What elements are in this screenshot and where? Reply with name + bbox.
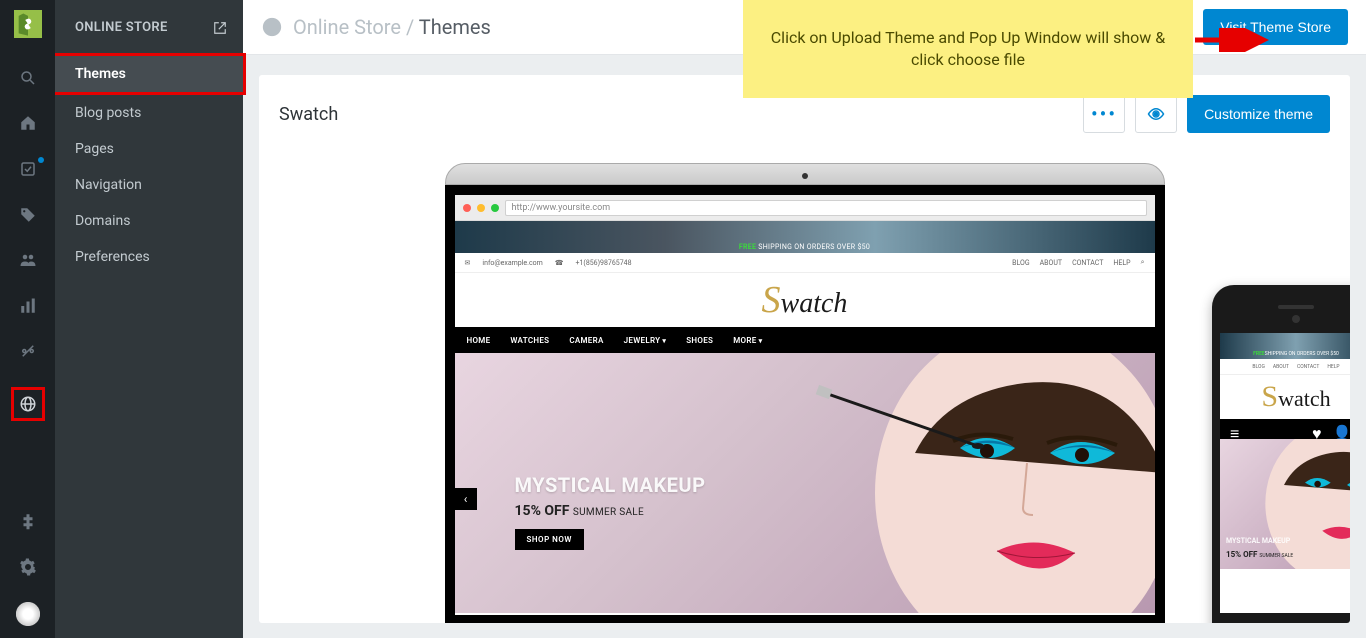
orders-icon[interactable] (18, 159, 38, 179)
laptop-frame-top (445, 163, 1165, 185)
theme-name: Swatch (279, 104, 338, 125)
card-header: Swatch ••• Customize theme (279, 95, 1330, 133)
preview-menu-bar: HOME WATCHES CAMERA JEWELRY SHOES MORE (455, 327, 1155, 353)
sidebar-title: ONLINE STORE (75, 20, 168, 35)
preview-link-contact: CONTACT (1072, 259, 1103, 267)
globe-icon[interactable] (18, 394, 38, 414)
swatch-logo: Swatch (762, 278, 848, 322)
preview-button[interactable] (1135, 95, 1177, 133)
window-max-dot (491, 204, 499, 212)
menu-camera: CAMERA (569, 336, 603, 345)
themes-highlight: Themes (52, 53, 246, 95)
more-actions-button[interactable]: ••• (1083, 95, 1125, 133)
hero-prev-arrow: ‹ (455, 488, 477, 510)
hero-headline: MYSTICAL MAKEUP (515, 473, 706, 497)
preview-email: info@example.com (482, 259, 542, 267)
preview-top-banner: FREE SHIPPING ON ORDERS OVER $50 (455, 221, 1155, 253)
preview-search-icon: ⌕ (1141, 258, 1145, 267)
phone-frame: FREE SHIPPING ON ORDERS OVER $50 BLOG AB… (1212, 285, 1350, 623)
phone-icon: ☎ (555, 259, 564, 267)
preview-info-bar: ✉ info@example.com ☎ +1(856)98765748 BLO… (455, 253, 1155, 273)
phone-hero-headline: MYSTICAL MAKEUP (1226, 537, 1290, 545)
makeup-face-illustration (765, 353, 1155, 613)
icon-rail (0, 0, 55, 638)
sidebar-item-preferences[interactable]: Preferences (55, 239, 243, 275)
external-link-icon[interactable] (213, 21, 227, 35)
phone-info-bar: BLOG ABOUT CONTACT HELP (1220, 359, 1350, 375)
breadcrumb-current: Themes (419, 15, 491, 39)
main-area: Online Store / Themes Upload theme Visit… (243, 0, 1366, 638)
preview-area: http://www.yoursite.com FREE SHIPPING ON… (279, 163, 1330, 623)
discounts-icon[interactable] (18, 342, 38, 362)
phone-banner: FREE SHIPPING ON ORDERS OVER $50 (1220, 333, 1350, 359)
browser-chrome: http://www.yoursite.com (455, 195, 1155, 221)
phone-preview: FREE SHIPPING ON ORDERS OVER $50 BLOG AB… (1212, 285, 1350, 623)
url-bar: http://www.yoursite.com (505, 200, 1147, 216)
hero-text: MYSTICAL MAKEUP 15% OFF SUMMER SALE SHOP… (515, 473, 706, 550)
laptop-screen: http://www.yoursite.com FREE SHIPPING ON… (455, 195, 1155, 615)
search-icon[interactable] (18, 68, 38, 88)
breadcrumb-parent[interactable]: Online Store (293, 15, 401, 39)
preview-logo-area: Swatch (455, 273, 1155, 327)
envelope-icon: ✉ (465, 259, 471, 267)
sidebar: ONLINE STORE Themes Blog posts Pages Nav… (55, 0, 243, 638)
sidebar-item-themes[interactable]: Themes (55, 56, 243, 92)
menu-jewelry: JEWELRY (624, 336, 667, 345)
eye-icon (1147, 105, 1165, 123)
red-arrow-icon (1193, 28, 1273, 52)
shopify-logo[interactable] (14, 10, 42, 38)
preview-phone: +1(856)98765748 (576, 259, 632, 267)
phone-menu-icon: ≡ (1230, 424, 1240, 434)
online-store-rail-highlight (11, 387, 45, 421)
content: Swatch ••• Customize theme (243, 55, 1366, 638)
customers-icon[interactable] (18, 250, 38, 270)
hero-shop-button: SHOP NOW (515, 529, 584, 550)
window-min-dot (477, 204, 485, 212)
plugin-icon[interactable] (18, 511, 38, 531)
breadcrumb: Online Store / Themes (293, 15, 491, 39)
user-avatar[interactable] (16, 602, 40, 626)
menu-watches: WATCHES (510, 336, 549, 345)
settings-icon[interactable] (18, 557, 38, 577)
menu-more: MORE (733, 336, 762, 345)
preview-link-about: ABOUT (1040, 259, 1062, 267)
sidebar-header: ONLINE STORE (55, 0, 243, 53)
menu-home: HOME (467, 336, 491, 345)
laptop-bezel: http://www.yoursite.com FREE SHIPPING ON… (445, 185, 1165, 623)
customize-theme-button[interactable]: Customize theme (1187, 95, 1330, 133)
menu-shoes: SHOES (686, 336, 713, 345)
preview-hero: ‹ MYSTICAL MAKEUP 15% OFF SUMMER SALE SH… (455, 353, 1155, 613)
sidebar-item-navigation[interactable]: Navigation (55, 167, 243, 203)
home-icon[interactable] (18, 114, 38, 134)
user-icon: 👤 (1332, 424, 1342, 434)
shipping-text: FREE SHIPPING ON ORDERS OVER $50 (739, 243, 870, 251)
heart-icon: ♥ (1312, 424, 1322, 434)
phone-hero-offer: 15% OFF SUMMER SALE (1226, 550, 1293, 559)
phone-icon-bar: ≡ ♥ 👤 🛒 (1220, 419, 1350, 439)
hero-offer: 15% OFF SUMMER SALE (515, 503, 706, 519)
preview-link-help: HELP (1113, 259, 1130, 267)
phone-hero: MYSTICAL MAKEUP 15% OFF SUMMER SALE (1220, 439, 1350, 569)
sidebar-item-blog-posts[interactable]: Blog posts (55, 95, 243, 131)
preview-link-blog: BLOG (1012, 259, 1030, 267)
globe-breadcrumb-icon (261, 16, 283, 38)
sidebar-item-pages[interactable]: Pages (55, 131, 243, 167)
window-close-dot (463, 204, 471, 212)
theme-card: Swatch ••• Customize theme (259, 75, 1350, 623)
reports-icon[interactable] (18, 296, 38, 316)
phone-logo: Swatch (1220, 375, 1350, 419)
sidebar-item-domains[interactable]: Domains (55, 203, 243, 239)
tag-icon[interactable] (18, 205, 38, 225)
laptop-preview: http://www.yoursite.com FREE SHIPPING ON… (445, 163, 1165, 623)
instruction-callout: Click on Upload Theme and Pop Up Window … (743, 0, 1193, 98)
phone-screen: FREE SHIPPING ON ORDERS OVER $50 BLOG AB… (1220, 333, 1350, 613)
